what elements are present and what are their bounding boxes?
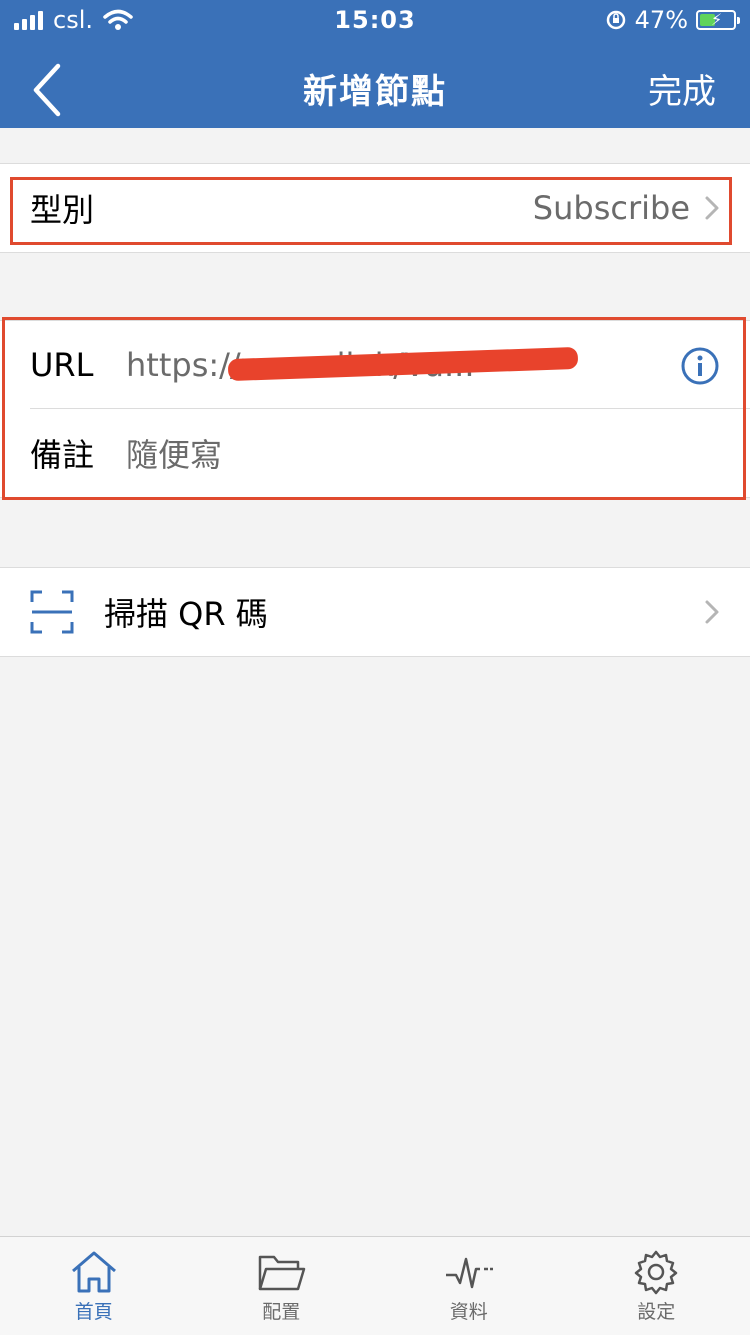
- navigation-bar: 新增節點 完成: [0, 44, 750, 128]
- type-group: 型別 Subscribe: [0, 163, 750, 253]
- url-label: URL: [30, 346, 126, 384]
- tab-data-label: 資料: [450, 1297, 488, 1324]
- chevron-right-icon: [704, 599, 720, 625]
- home-icon: [69, 1249, 119, 1295]
- tab-data[interactable]: 資料: [375, 1237, 563, 1335]
- info-icon[interactable]: [680, 346, 720, 386]
- url-row[interactable]: URL https://www. link/Vu...: [0, 321, 750, 409]
- note-row[interactable]: 備註 隨便寫: [0, 409, 750, 497]
- gear-icon: [631, 1249, 681, 1295]
- done-button[interactable]: 完成: [648, 64, 716, 113]
- type-label: 型別: [30, 185, 126, 231]
- header-bar: csl. 15:03 47% ⚡ 新增節點: [0, 0, 750, 128]
- note-input[interactable]: 隨便寫: [126, 430, 222, 476]
- rotation-lock-icon: [605, 9, 627, 31]
- page-title: 新增節點: [0, 64, 750, 113]
- scan-qr-label: 掃描 QR 碼: [104, 589, 268, 635]
- pulse-icon: [444, 1249, 494, 1295]
- tab-home[interactable]: 首頁: [0, 1237, 188, 1335]
- type-value: Subscribe: [533, 189, 690, 227]
- tab-settings[interactable]: 設定: [563, 1237, 750, 1335]
- tab-config[interactable]: 配置: [188, 1237, 376, 1335]
- qr-scan-icon: [30, 590, 74, 634]
- tab-home-label: 首頁: [75, 1297, 113, 1324]
- tab-config-label: 配置: [262, 1297, 300, 1324]
- tab-settings-label: 設定: [637, 1297, 675, 1324]
- chevron-right-icon: [704, 195, 720, 221]
- tab-bar: 首頁 配置 資料 設定: [0, 1236, 750, 1335]
- type-row[interactable]: 型別 Subscribe: [0, 164, 750, 252]
- note-label: 備註: [30, 430, 126, 476]
- url-note-group: URL https://www. link/Vu... 備註 隨便寫: [0, 320, 750, 498]
- battery-percent: 47%: [635, 6, 688, 34]
- status-bar: csl. 15:03 47% ⚡: [0, 0, 750, 40]
- battery-icon: ⚡: [696, 10, 736, 30]
- folder-icon: [256, 1249, 306, 1295]
- scan-qr-row[interactable]: 掃描 QR 碼: [0, 568, 750, 656]
- scan-group: 掃描 QR 碼: [0, 567, 750, 657]
